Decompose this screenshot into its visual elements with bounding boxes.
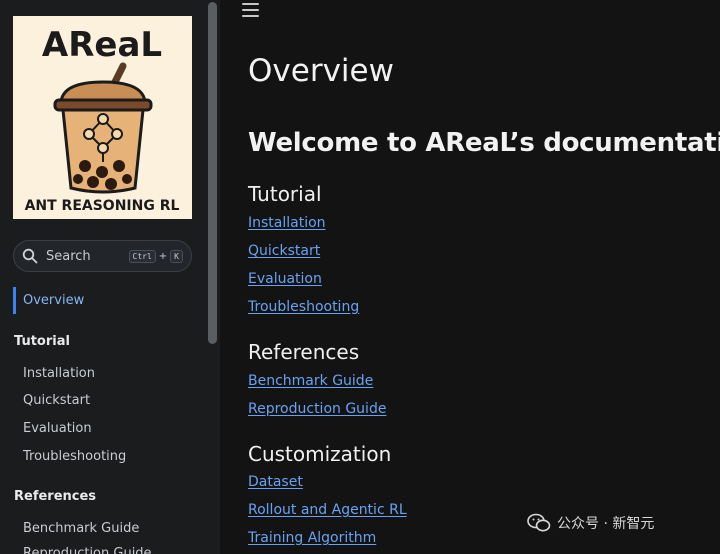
sidebar-item-evaluation[interactable]: Evaluation — [23, 421, 92, 436]
main-content: Overview Welcome to AReaL’s documentatio… — [220, 0, 720, 554]
link-installation[interactable]: Installation — [248, 215, 326, 231]
link-rollout-agentic-rl[interactable]: Rollout and Agentic RL — [248, 502, 407, 518]
search-placeholder: Search — [46, 248, 91, 264]
search-icon — [22, 248, 38, 264]
section-tutorial-heading: Tutorial — [248, 182, 322, 206]
welcome-heading: Welcome to AReaL’s documentation! — [248, 128, 720, 158]
sidebar-item-overview[interactable]: Overview — [13, 287, 195, 314]
shortcut-key-ctrl: Ctrl — [128, 249, 156, 263]
sidebar-item-installation[interactable]: Installation — [23, 366, 95, 381]
link-reproduction-guide[interactable]: Reproduction Guide — [248, 401, 386, 417]
sidebar-item-benchmark-guide[interactable]: Benchmark Guide — [23, 521, 139, 536]
link-troubleshooting[interactable]: Troubleshooting — [248, 299, 359, 315]
link-quickstart[interactable]: Quickstart — [248, 243, 320, 259]
sidebar-section-references: References — [14, 489, 97, 504]
sidebar-item-quickstart[interactable]: Quickstart — [23, 393, 90, 408]
sidebar-section-tutorial: Tutorial — [14, 334, 70, 349]
sidebar: AReaL ANT REASONING RL Search Ctrl + K O… — [0, 0, 205, 554]
section-customization-heading: Customization — [248, 442, 392, 466]
wechat-icon — [527, 513, 551, 532]
sidebar-item-troubleshooting[interactable]: Troubleshooting — [23, 449, 126, 464]
sidebar-scrollbar[interactable] — [205, 0, 220, 554]
shortcut-key-k: K — [170, 249, 183, 263]
watermark-text: 公众号 · 新智元 — [557, 516, 655, 532]
watermark: 公众号 · 新智元 — [527, 513, 654, 533]
hamburger-menu-icon[interactable] — [242, 3, 259, 18]
link-evaluation[interactable]: Evaluation — [248, 271, 322, 287]
page-title: Overview — [248, 53, 394, 89]
link-training-algorithm[interactable]: Training Algorithm — [248, 530, 376, 546]
logo-subtitle: ANT REASONING RL — [25, 198, 180, 214]
link-benchmark-guide[interactable]: Benchmark Guide — [248, 373, 373, 389]
scrollbar-thumb[interactable] — [208, 2, 217, 344]
search-box[interactable]: Search Ctrl + K — [13, 240, 192, 272]
sidebar-item-reproduction-guide[interactable]: Reproduction Guide — [23, 546, 152, 554]
logo-title: AReaL — [42, 25, 162, 65]
link-dataset[interactable]: Dataset — [248, 474, 303, 490]
section-references-heading: References — [248, 340, 360, 364]
shortcut-plus: + — [158, 250, 168, 262]
docs-app: AReaL ANT REASONING RL Search Ctrl + K O… — [0, 0, 720, 554]
areal-logo[interactable]: AReaL ANT REASONING RL — [13, 16, 192, 219]
